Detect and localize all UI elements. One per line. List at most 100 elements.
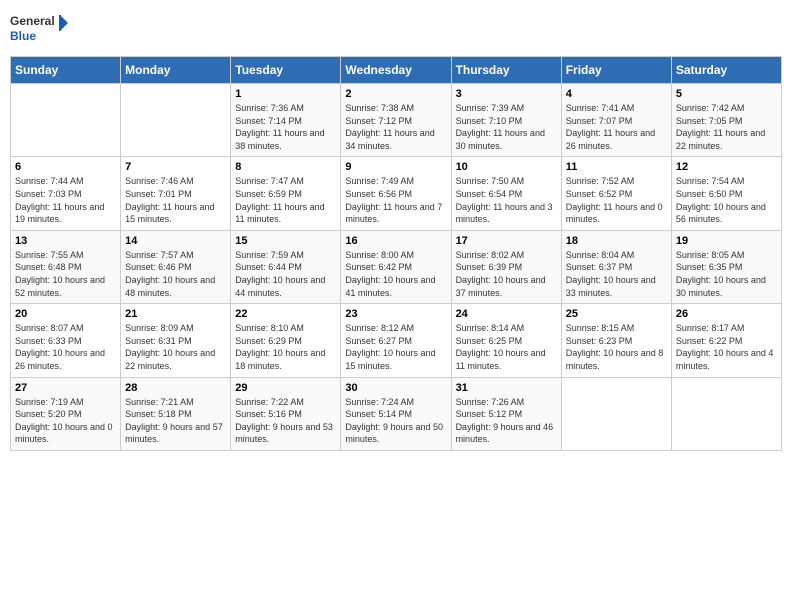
- calendar-cell: 3Sunrise: 7:39 AM Sunset: 7:10 PM Daylig…: [451, 84, 561, 157]
- day-info: Sunrise: 8:17 AM Sunset: 6:22 PM Dayligh…: [676, 322, 777, 372]
- day-info: Sunrise: 8:15 AM Sunset: 6:23 PM Dayligh…: [566, 322, 667, 372]
- calendar-week-row: 1 Sunrise: 7:36 AM Sunset: 7:14 PM Daylig…: [11, 84, 782, 157]
- calendar-cell: 28Sunrise: 7:21 AM Sunset: 5:18 PM Dayli…: [121, 377, 231, 450]
- day-info: Sunrise: 8:10 AM Sunset: 6:29 PM Dayligh…: [235, 322, 336, 372]
- day-info: Sunrise: 7:26 AM Sunset: 5:12 PM Dayligh…: [456, 396, 557, 446]
- calendar-cell: 26Sunrise: 8:17 AM Sunset: 6:22 PM Dayli…: [671, 304, 781, 377]
- day-header-tuesday: Tuesday: [231, 57, 341, 84]
- day-number: 1: [235, 88, 336, 100]
- day-number: 12: [676, 161, 777, 173]
- day-number: 28: [125, 382, 226, 394]
- calendar-table: SundayMondayTuesdayWednesdayThursdayFrid…: [10, 56, 782, 451]
- day-number: 23: [345, 308, 446, 320]
- day-header-sunday: Sunday: [11, 57, 121, 84]
- calendar-cell: [671, 377, 781, 450]
- day-info: Sunrise: 7:49 AM Sunset: 6:56 PM Dayligh…: [345, 175, 446, 225]
- calendar-cell: 11 Sunrise: 7:52 AM Sunset: 6:52 PM Dayli…: [561, 157, 671, 230]
- calendar-cell: 12 Sunrise: 7:54 AM Sunset: 6:50 PM Dayli…: [671, 157, 781, 230]
- calendar-week-row: 27 Sunrise: 7:19 AM Sunset: 5:20 PM Dayli…: [11, 377, 782, 450]
- day-info: Sunrise: 7:36 AM Sunset: 7:14 PM Dayligh…: [235, 102, 336, 152]
- calendar-week-row: 20 Sunrise: 8:07 AM Sunset: 6:33 PM Dayli…: [11, 304, 782, 377]
- day-number: 3: [456, 88, 557, 100]
- day-info: Sunrise: 8:12 AM Sunset: 6:27 PM Dayligh…: [345, 322, 446, 372]
- day-number: 30: [345, 382, 446, 394]
- day-header-monday: Monday: [121, 57, 231, 84]
- day-info: Sunrise: 7:47 AM Sunset: 6:59 PM Dayligh…: [235, 175, 336, 225]
- calendar-cell: 23 Sunrise: 8:12 AM Sunset: 6:27 PM Dayli…: [341, 304, 451, 377]
- day-number: 5: [676, 88, 777, 100]
- calendar-cell: 15 Sunrise: 7:59 AM Sunset: 6:44 PM Dayli…: [231, 230, 341, 303]
- calendar-cell: 18Sunrise: 8:04 AM Sunset: 6:37 PM Dayli…: [561, 230, 671, 303]
- day-number: 17: [456, 235, 557, 247]
- calendar-header-row: SundayMondayTuesdayWednesdayThursdayFrid…: [11, 57, 782, 84]
- day-info: Sunrise: 7:57 AM Sunset: 6:46 PM Dayligh…: [125, 249, 226, 299]
- calendar-cell: 29 Sunrise: 7:22 AM Sunset: 5:16 PM Dayli…: [231, 377, 341, 450]
- day-number: 27: [15, 382, 116, 394]
- svg-text:General: General: [10, 14, 55, 28]
- day-info: Sunrise: 7:44 AM Sunset: 7:03 PM Dayligh…: [15, 175, 116, 225]
- day-number: 16: [345, 235, 446, 247]
- day-number: 29: [235, 382, 336, 394]
- day-info: Sunrise: 7:46 AM Sunset: 7:01 PM Dayligh…: [125, 175, 226, 225]
- calendar-cell: 7 Sunrise: 7:46 AM Sunset: 7:01 PM Daylig…: [121, 157, 231, 230]
- calendar-cell: 1 Sunrise: 7:36 AM Sunset: 7:14 PM Daylig…: [231, 84, 341, 157]
- calendar-cell: 27 Sunrise: 7:19 AM Sunset: 5:20 PM Dayli…: [11, 377, 121, 450]
- day-header-friday: Friday: [561, 57, 671, 84]
- calendar-week-row: 13 Sunrise: 7:55 AM Sunset: 6:48 PM Dayli…: [11, 230, 782, 303]
- calendar-cell: 16 Sunrise: 8:00 AM Sunset: 6:42 PM Dayli…: [341, 230, 451, 303]
- calendar-cell: [11, 84, 121, 157]
- day-info: Sunrise: 8:05 AM Sunset: 6:35 PM Dayligh…: [676, 249, 777, 299]
- calendar-cell: 21Sunrise: 8:09 AM Sunset: 6:31 PM Dayli…: [121, 304, 231, 377]
- calendar-cell: 31Sunrise: 7:26 AM Sunset: 5:12 PM Dayli…: [451, 377, 561, 450]
- logo: General Blue: [10, 10, 70, 50]
- day-number: 15: [235, 235, 336, 247]
- day-info: Sunrise: 7:38 AM Sunset: 7:12 PM Dayligh…: [345, 102, 446, 152]
- day-info: Sunrise: 8:14 AM Sunset: 6:25 PM Dayligh…: [456, 322, 557, 372]
- day-info: Sunrise: 7:42 AM Sunset: 7:05 PM Dayligh…: [676, 102, 777, 152]
- calendar-cell: [121, 84, 231, 157]
- day-number: 13: [15, 235, 116, 247]
- day-info: Sunrise: 7:52 AM Sunset: 6:52 PM Dayligh…: [566, 175, 667, 225]
- day-number: 6: [15, 161, 116, 173]
- day-info: Sunrise: 7:19 AM Sunset: 5:20 PM Dayligh…: [15, 396, 116, 446]
- logo-svg: General Blue: [10, 10, 70, 50]
- calendar-cell: 13 Sunrise: 7:55 AM Sunset: 6:48 PM Dayli…: [11, 230, 121, 303]
- calendar-cell: 22Sunrise: 8:10 AM Sunset: 6:29 PM Dayli…: [231, 304, 341, 377]
- day-number: 10: [456, 161, 557, 173]
- calendar-cell: [561, 377, 671, 450]
- day-number: 20: [15, 308, 116, 320]
- day-number: 2: [345, 88, 446, 100]
- calendar-cell: 17 Sunrise: 8:02 AM Sunset: 6:39 PM Dayli…: [451, 230, 561, 303]
- day-info: Sunrise: 7:22 AM Sunset: 5:16 PM Dayligh…: [235, 396, 336, 446]
- day-number: 7: [125, 161, 226, 173]
- day-number: 11: [566, 161, 667, 173]
- calendar-cell: 4 Sunrise: 7:41 AM Sunset: 7:07 PM Daylig…: [561, 84, 671, 157]
- day-info: Sunrise: 7:24 AM Sunset: 5:14 PM Dayligh…: [345, 396, 446, 446]
- svg-text:Blue: Blue: [10, 29, 36, 43]
- day-number: 25: [566, 308, 667, 320]
- day-info: Sunrise: 8:07 AM Sunset: 6:33 PM Dayligh…: [15, 322, 116, 372]
- page-header: General Blue: [10, 10, 782, 50]
- day-info: Sunrise: 8:02 AM Sunset: 6:39 PM Dayligh…: [456, 249, 557, 299]
- day-info: Sunrise: 7:50 AM Sunset: 6:54 PM Dayligh…: [456, 175, 557, 225]
- day-info: Sunrise: 7:41 AM Sunset: 7:07 PM Dayligh…: [566, 102, 667, 152]
- day-number: 4: [566, 88, 667, 100]
- day-info: Sunrise: 7:55 AM Sunset: 6:48 PM Dayligh…: [15, 249, 116, 299]
- day-info: Sunrise: 7:54 AM Sunset: 6:50 PM Dayligh…: [676, 175, 777, 225]
- day-number: 8: [235, 161, 336, 173]
- day-header-wednesday: Wednesday: [341, 57, 451, 84]
- day-header-thursday: Thursday: [451, 57, 561, 84]
- day-number: 18: [566, 235, 667, 247]
- calendar-cell: 20 Sunrise: 8:07 AM Sunset: 6:33 PM Dayli…: [11, 304, 121, 377]
- day-info: Sunrise: 7:59 AM Sunset: 6:44 PM Dayligh…: [235, 249, 336, 299]
- day-info: Sunrise: 8:00 AM Sunset: 6:42 PM Dayligh…: [345, 249, 446, 299]
- day-number: 14: [125, 235, 226, 247]
- day-number: 9: [345, 161, 446, 173]
- calendar-cell: 9 Sunrise: 7:49 AM Sunset: 6:56 PM Daylig…: [341, 157, 451, 230]
- calendar-cell: 5 Sunrise: 7:42 AM Sunset: 7:05 PM Daylig…: [671, 84, 781, 157]
- calendar-cell: 24Sunrise: 8:14 AM Sunset: 6:25 PM Dayli…: [451, 304, 561, 377]
- calendar-cell: 19Sunrise: 8:05 AM Sunset: 6:35 PM Dayli…: [671, 230, 781, 303]
- calendar-cell: 25 Sunrise: 8:15 AM Sunset: 6:23 PM Dayli…: [561, 304, 671, 377]
- day-number: 21: [125, 308, 226, 320]
- calendar-cell: 6 Sunrise: 7:44 AM Sunset: 7:03 PM Daylig…: [11, 157, 121, 230]
